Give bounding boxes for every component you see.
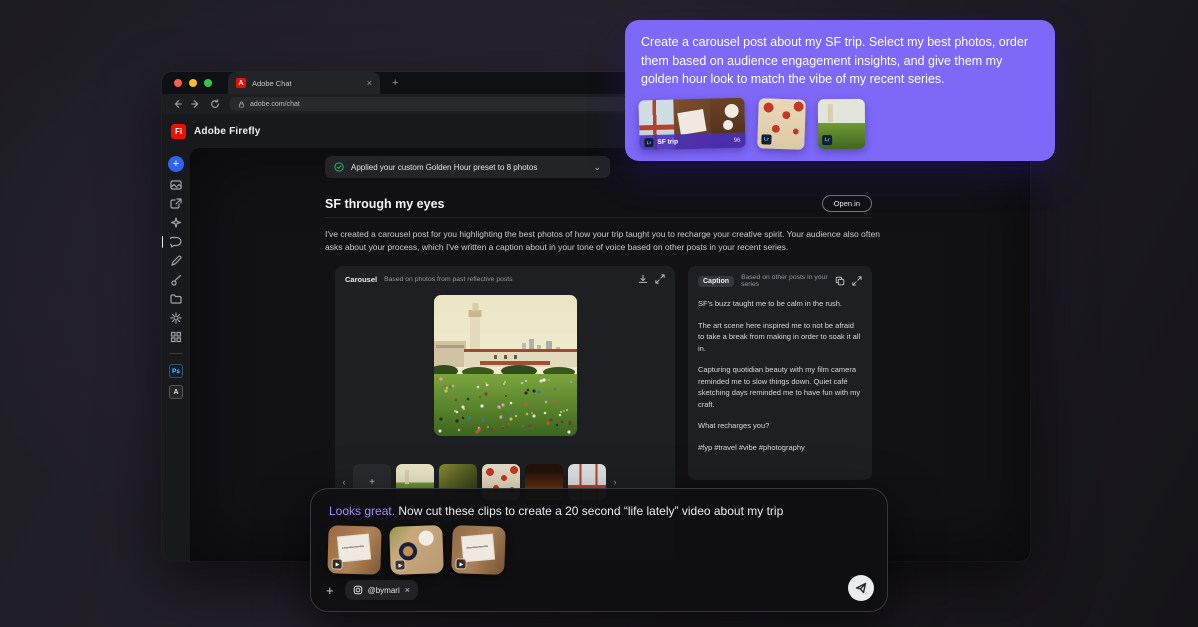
send-button[interactable] [848, 575, 874, 601]
forward-icon[interactable] [191, 99, 201, 109]
close-window-button[interactable] [174, 79, 182, 87]
check-circle-icon [334, 162, 344, 172]
window-controls[interactable] [174, 79, 212, 87]
url-text: adobe.com/chat [250, 101, 300, 108]
caption-paragraph: SF's buzz taught me to be calm in the ru… [698, 298, 862, 310]
attach-button[interactable]: + [326, 584, 334, 597]
clip-sketch-2[interactable] [451, 525, 506, 575]
composer-highlight: Looks great. [329, 504, 395, 518]
composer-toolbar: + @bymari × [326, 580, 418, 600]
video-badge-icon [394, 559, 405, 570]
composer-rest: Now cut these clips to create a 20 secon… [395, 504, 783, 518]
chat-icon-active[interactable] [170, 236, 182, 248]
caption-subtitle: Based on other posts in your series [741, 274, 828, 288]
app-title: Adobe Firefly [194, 126, 261, 137]
status-banner-text: Applied your custom Golden Hour preset t… [351, 163, 586, 172]
chat-composer[interactable]: Looks great. Now cut these clips to crea… [310, 488, 888, 612]
page-title: SF through my eyes [325, 197, 822, 211]
gallery-icon[interactable] [170, 179, 182, 191]
clip-mug [399, 542, 418, 561]
photoshop-app-icon[interactable]: Ps [169, 364, 183, 378]
instagram-handle-chip[interactable]: @bymari × [345, 580, 418, 600]
open-in-button[interactable]: Open in [822, 195, 872, 212]
download-icon[interactable] [638, 274, 648, 284]
desktop: A Adobe Chat × + adobe.com/chat Fi Adobe… [0, 0, 1198, 627]
caption-card: Caption Based on other posts in your ser… [688, 266, 872, 480]
share-icon[interactable] [170, 198, 182, 210]
assistant-description: I've created a carousel post for you hig… [325, 228, 881, 253]
carousel-card-header: Carousel Based on photos from past refle… [335, 266, 675, 288]
lightroom-icon: Lr [822, 135, 832, 145]
handle-text: @bymari [368, 586, 400, 595]
new-tab-button[interactable]: + [392, 78, 398, 89]
carousel-subtitle: Based on photos from past reflective pos… [384, 276, 631, 283]
album-count: 96 [734, 137, 741, 143]
clip-cup [418, 530, 434, 546]
expand-icon[interactable] [655, 274, 665, 284]
carousel-hero-wrap [335, 295, 675, 436]
pen-icon[interactable] [170, 255, 182, 267]
remove-handle-icon[interactable]: × [405, 586, 410, 595]
video-badge-icon [455, 558, 466, 569]
carousel-next-icon[interactable]: › [611, 477, 619, 487]
caption-paragraph: The art scene here inspired me to not be… [698, 320, 862, 355]
adobe-express-app-icon[interactable]: A [169, 385, 183, 399]
composer-input-text[interactable]: Looks great. Now cut these clips to crea… [311, 489, 887, 519]
lock-icon [238, 101, 245, 108]
apps-grid-icon[interactable] [170, 331, 182, 343]
carousel-main-image[interactable] [434, 295, 577, 436]
reload-icon[interactable] [210, 99, 220, 109]
caption-paragraph: What recharges you? [698, 420, 862, 432]
attachment-sf-trip-album[interactable]: Lr SF trip 96 [638, 98, 745, 151]
settings-icon[interactable] [170, 312, 182, 324]
video-badge-icon [331, 558, 342, 569]
chevron-down-icon[interactable]: ⌄ [593, 163, 601, 172]
zoom-window-button[interactable] [204, 79, 212, 87]
caption-body: SF's buzz taught me to be calm in the ru… [688, 292, 872, 453]
sparkle-icon[interactable] [170, 217, 182, 229]
brush-icon[interactable] [170, 274, 182, 286]
clip-coffee[interactable] [389, 525, 444, 575]
composer-clip-attachments [328, 526, 505, 574]
firefly-logo: Fi [171, 124, 186, 139]
sidebar: + Ps A [162, 148, 190, 561]
new-chat-button[interactable]: + [168, 156, 184, 172]
attachment-chinatown-photo[interactable]: Lr [757, 98, 806, 150]
sidebar-divider [169, 353, 183, 354]
clip-paper [461, 534, 495, 563]
album-name: SF trip [657, 137, 729, 146]
lightroom-icon: Lr [761, 134, 771, 144]
caption-hashtags: #fyp #travel #vibe #photography [698, 442, 862, 454]
instagram-icon [353, 585, 363, 595]
clip-paper [337, 534, 371, 563]
carousel-badge: Carousel [345, 275, 377, 284]
caption-badge: Caption [698, 276, 734, 287]
prompt-attachments: Lr SF trip 96 Lr Lr [639, 99, 865, 149]
adobe-favicon: A [236, 78, 246, 88]
result-heading-row: SF through my eyes Open in [325, 190, 872, 218]
clip-sketch-1[interactable] [327, 525, 381, 574]
album-label-bar: Lr SF trip 96 [639, 133, 745, 151]
caption-card-header: Caption Based on other posts in your ser… [688, 266, 872, 292]
browser-tab-adobe-chat[interactable]: A Adobe Chat × [228, 72, 380, 94]
expand-icon[interactable] [852, 276, 862, 286]
status-banner[interactable]: Applied your custom Golden Hour preset t… [325, 156, 610, 178]
folder-icon[interactable] [170, 293, 182, 305]
user-prompt-text: Create a carousel post about my SF trip.… [641, 33, 1039, 89]
copy-icon[interactable] [835, 276, 845, 286]
carousel-prev-icon[interactable]: ‹ [340, 477, 348, 487]
minimize-window-button[interactable] [189, 79, 197, 87]
tab-title: Adobe Chat [252, 79, 361, 88]
back-icon[interactable] [172, 99, 182, 109]
tab-close-icon[interactable]: × [367, 79, 372, 88]
user-prompt-bubble: Create a carousel post about my SF trip.… [625, 20, 1055, 161]
send-icon [855, 582, 867, 594]
attachment-park-photo[interactable]: Lr [818, 99, 865, 149]
lightroom-icon: Lr [644, 138, 653, 147]
caption-paragraph: Capturing quotidian beauty with my film … [698, 364, 862, 410]
